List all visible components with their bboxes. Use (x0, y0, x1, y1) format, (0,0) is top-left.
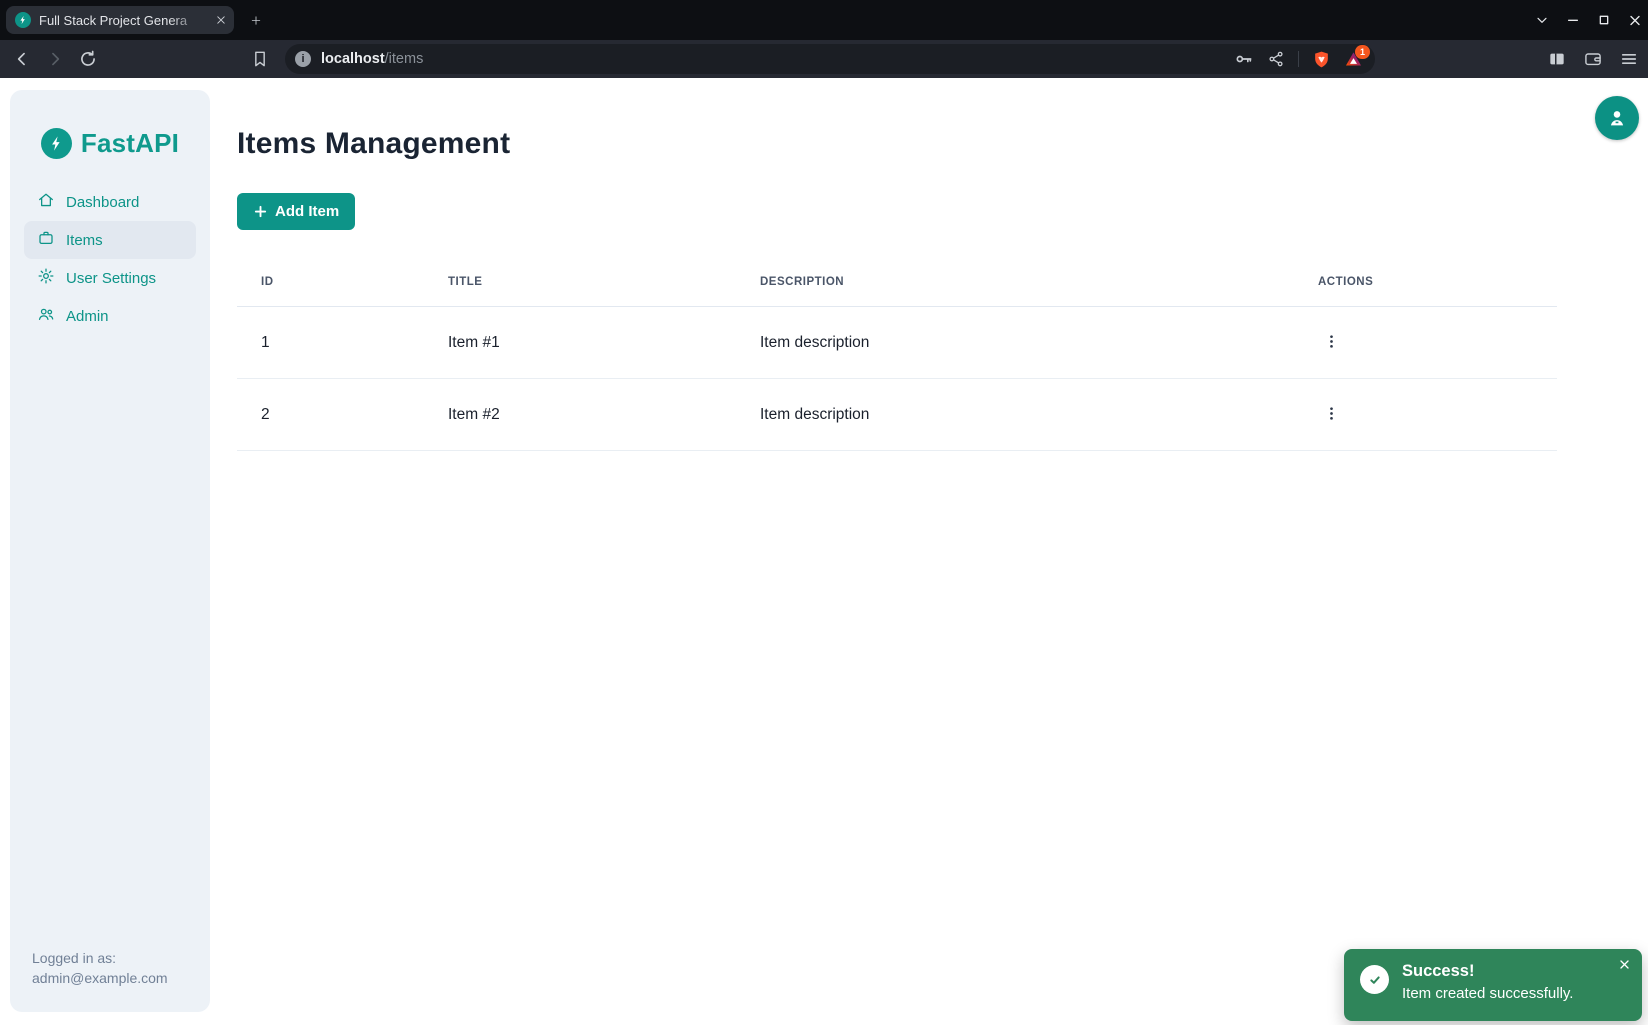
main-panel: Items Management Add Item ID TITLE DESCR… (237, 78, 1557, 451)
toast-close-icon[interactable] (1616, 956, 1633, 976)
vertical-dots-icon (1323, 333, 1340, 350)
url-host: localhost (321, 51, 385, 67)
sidebar-item-label: Admin (66, 308, 109, 325)
sidebar-item-user-settings[interactable]: User Settings (24, 259, 196, 297)
url-text: localhost/items (321, 51, 423, 67)
add-item-label: Add Item (275, 203, 339, 220)
logged-in-email: admin@example.com (32, 968, 168, 988)
sidebar-item-items[interactable]: Items (24, 221, 196, 259)
rewards-badge: 1 (1355, 45, 1370, 59)
success-toast: Success! Item created successfully. (1344, 949, 1642, 1021)
tab-close-icon[interactable] (214, 13, 228, 27)
item-id-cell: 1 (237, 307, 424, 379)
item-id-cell: 2 (237, 379, 424, 451)
gear-icon (37, 267, 55, 289)
page-title: Items Management (237, 127, 1557, 161)
brave-rewards-icon[interactable]: 1 (1344, 50, 1363, 69)
forward-button[interactable] (45, 49, 65, 69)
sidebar-footer: Logged in as: admin@example.com (32, 948, 168, 988)
sidebar-item-label: Items (66, 232, 103, 249)
sidebar-item-dashboard[interactable]: Dashboard (24, 183, 196, 221)
toolbar-divider (1298, 51, 1299, 67)
item-title-cell: Item #1 (424, 307, 736, 379)
menu-icon[interactable] (1618, 48, 1640, 70)
user-avatar-icon (1605, 106, 1629, 130)
app-content: FastAPI Dashboard Items User Settings (0, 78, 1648, 1025)
toast-message: Item created successfully. (1402, 985, 1573, 1002)
sidebar-item-label: User Settings (66, 270, 156, 287)
briefcase-icon (37, 229, 55, 251)
window-minimize-button[interactable] (1565, 12, 1581, 28)
window-maximize-button[interactable] (1596, 12, 1612, 28)
wallet-icon[interactable] (1582, 48, 1604, 70)
window-controls (1534, 0, 1643, 40)
window-close-button[interactable] (1627, 12, 1643, 28)
table-row: 2 Item #2 Item description (237, 379, 1557, 451)
browser-tab-bar: Full Stack Project Genera (0, 0, 1648, 40)
fastapi-logo-icon (41, 128, 72, 159)
table-row: 1 Item #1 Item description (237, 307, 1557, 379)
vertical-dots-icon (1323, 405, 1340, 422)
column-header-actions: ACTIONS (1294, 260, 1557, 307)
key-icon[interactable] (1234, 49, 1254, 69)
column-header-id: ID (237, 260, 424, 307)
item-description-cell: Item description (736, 379, 1294, 451)
users-icon (37, 305, 55, 327)
share-icon[interactable] (1267, 50, 1285, 68)
sidebar-toggle-icon[interactable] (1546, 48, 1568, 70)
row-actions-menu-button[interactable] (1318, 403, 1345, 424)
browser-tab[interactable]: Full Stack Project Genera (6, 6, 234, 34)
tab-title: Full Stack Project Genera (39, 13, 206, 28)
sidebar: FastAPI Dashboard Items User Settings (10, 90, 210, 1012)
sidebar-nav: Dashboard Items User Settings Admin (10, 183, 210, 335)
tab-search-chevron-icon[interactable] (1534, 12, 1550, 28)
table-header-row: ID TITLE DESCRIPTION ACTIONS (237, 260, 1557, 307)
toast-title: Success! (1402, 962, 1573, 981)
reload-button[interactable] (78, 49, 98, 69)
item-description-cell: Item description (736, 307, 1294, 379)
home-icon (37, 191, 55, 213)
row-actions-menu-button[interactable] (1318, 331, 1345, 352)
bookmark-icon[interactable] (250, 49, 270, 69)
add-item-button[interactable]: Add Item (237, 193, 355, 230)
brave-shield-icon[interactable] (1312, 50, 1331, 69)
new-tab-button[interactable] (244, 8, 268, 32)
url-bar[interactable]: localhost/items 1 (285, 44, 1375, 74)
logged-in-label: Logged in as: (32, 948, 168, 968)
sidebar-item-admin[interactable]: Admin (24, 297, 196, 335)
back-button[interactable] (12, 49, 32, 69)
fastapi-logo-text: FastAPI (81, 128, 179, 159)
toast-body: Success! Item created successfully. (1402, 962, 1573, 1002)
user-menu-button[interactable] (1595, 96, 1639, 140)
sidebar-item-label: Dashboard (66, 194, 139, 211)
browser-toolbar: localhost/items 1 (0, 40, 1648, 78)
column-header-description: DESCRIPTION (736, 260, 1294, 307)
url-path: /items (385, 51, 424, 67)
fastapi-logo: FastAPI (10, 90, 210, 159)
site-info-icon[interactable] (295, 51, 311, 67)
item-title-cell: Item #2 (424, 379, 736, 451)
fastapi-favicon-icon (15, 12, 31, 28)
column-header-title: TITLE (424, 260, 736, 307)
plus-icon (253, 204, 268, 219)
check-circle-icon (1360, 965, 1389, 994)
items-table: ID TITLE DESCRIPTION ACTIONS 1 Item #1 I… (237, 260, 1557, 451)
